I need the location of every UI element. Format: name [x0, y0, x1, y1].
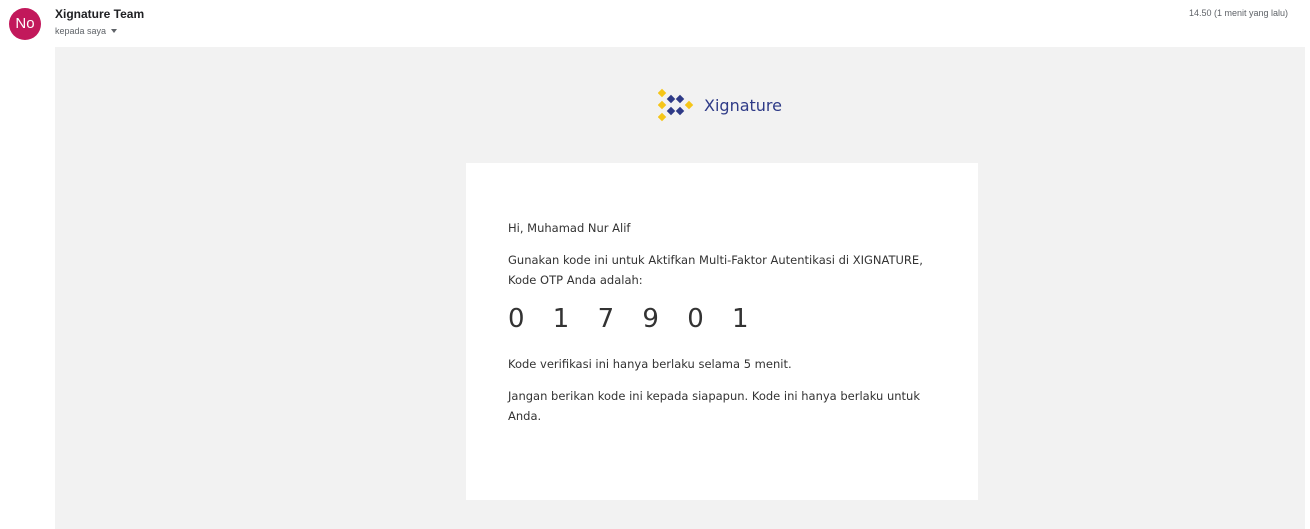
sender-avatar[interactable]: No	[9, 8, 41, 40]
warning-note: Jangan berikan kode ini kepada siapapun.…	[508, 389, 920, 423]
greeting-text: Hi, Muhamad Nur Alif	[508, 221, 631, 235]
logo-wordmark: Xignature	[704, 95, 782, 115]
email-body: Xignature Hi, Muhamad Nur Alif Gunakan k…	[55, 47, 1305, 529]
recipient-dropdown[interactable]: kepada saya	[55, 26, 118, 36]
otp-card: Hi, Muhamad Nur Alif Gunakan kode ini un…	[466, 163, 978, 500]
intro-text: Gunakan kode ini untuk Aktifkan Multi-Fa…	[508, 253, 923, 287]
chevron-down-icon[interactable]	[111, 29, 118, 33]
xignature-logo: Xignature	[658, 87, 782, 123]
otp-code: 0 1 7 9 0 1	[508, 304, 759, 334]
otp-card-content: Hi, Muhamad Nur Alif Gunakan kode ini un…	[508, 218, 948, 426]
recipient-label: kepada saya	[55, 26, 107, 36]
sender-name[interactable]: Xignature Team	[55, 7, 144, 21]
email-header: No Xignature Team kepada saya 14.50 (1 m…	[0, 0, 1310, 47]
validity-note: Kode verifikasi ini hanya berlaku selama…	[508, 357, 792, 371]
email-timestamp: 14.50 (1 menit yang lalu)	[1188, 8, 1288, 18]
xignature-logo-icon	[658, 88, 694, 122]
